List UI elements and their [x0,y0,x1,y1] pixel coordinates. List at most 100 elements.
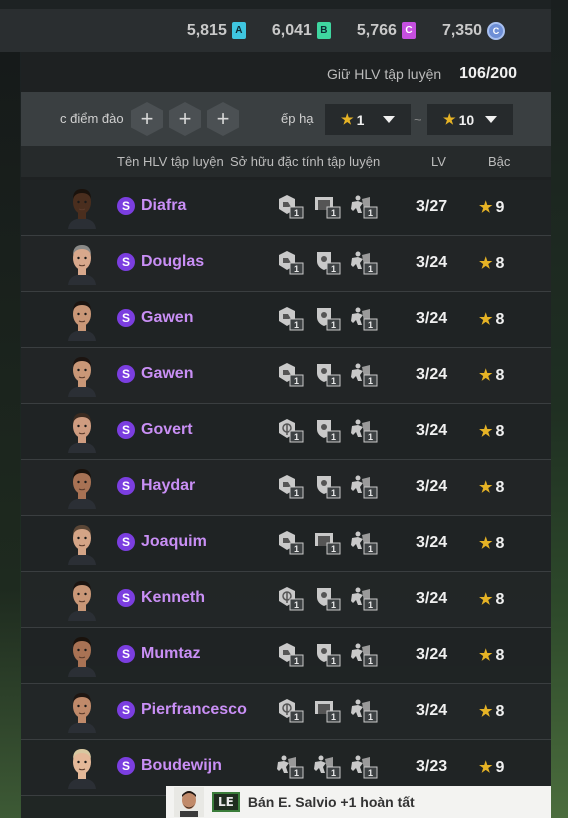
boot-trait-icon[interactable]: 1 [275,641,305,667]
player-trait-icon[interactable]: 1 [275,753,305,779]
coach-avatar [65,745,99,789]
shield-trait-icon[interactable]: 1 [312,249,342,275]
target-trait-icon[interactable]: 1 [275,697,305,723]
coach-grade-value: 8 [495,647,505,664]
coach-grade: ★ 8 [479,254,504,273]
player-trait-icon[interactable]: 1 [349,193,379,219]
coach-grade: ★ 8 [479,310,504,329]
player-trait-icon[interactable]: 1 [349,249,379,275]
column-grade[interactable]: Bậc [488,154,510,169]
coach-level: 3/24 [416,590,448,607]
svg-text:1: 1 [368,264,373,274]
coach-avatar [65,353,99,397]
coin-icon: C [487,21,505,40]
coach-level: 3/24 [416,366,448,383]
goal-trait-icon[interactable]: 1 [312,697,342,723]
background-left [0,52,20,818]
coach-row[interactable]: S Kenneth 1 1 1 3/24 ★ 8 [21,572,551,628]
rank-from-select[interactable]: ★ 1 [325,104,411,135]
player-trait-icon[interactable]: 1 [349,697,379,723]
player-trait-icon[interactable]: 1 [349,529,379,555]
shield-trait-icon[interactable]: 1 [312,417,342,443]
coach-level: 3/24 [416,646,448,663]
coach-grade-value: 8 [495,255,505,272]
currency-b-value: 6,041 [271,21,312,39]
coach-avatar [65,409,99,453]
svg-text:1: 1 [331,264,336,274]
star-icon: ★ [479,535,493,552]
player-trait-icon[interactable]: 1 [312,753,342,779]
boot-trait-icon[interactable]: 1 [275,193,305,219]
target-trait-icon[interactable]: 1 [275,417,305,443]
capacity-value: 106/200 [459,65,517,82]
chevron-down-icon [485,116,497,123]
goal-trait-icon[interactable]: 1 [312,193,342,219]
star-icon: ★ [479,311,493,328]
coach-row[interactable]: S Govert 1 1 1 3/24 ★ 8 [21,404,551,460]
player-trait-icon[interactable]: 1 [349,473,379,499]
player-trait-icon[interactable]: 1 [349,361,379,387]
coach-grade-s-icon: S [117,365,135,383]
svg-text:1: 1 [331,488,336,498]
target-trait-icon[interactable]: 1 [275,585,305,611]
coach-row[interactable]: S Haydar 1 1 1 3/24 ★ 8 [21,460,551,516]
svg-text:1: 1 [294,432,299,442]
coach-row[interactable]: S Pierfrancesco 1 1 1 3/24 ★ 8 [21,684,551,740]
coach-grade-s-icon: S [117,197,135,215]
coach-grade-s-icon: S [117,533,135,551]
coach-grade-value: 8 [495,423,505,440]
coach-row[interactable]: S Gawen 1 1 1 3/24 ★ 8 [21,292,551,348]
svg-text:1: 1 [331,544,336,554]
player-trait-icon[interactable]: 1 [349,753,379,779]
boot-trait-icon[interactable]: 1 [275,529,305,555]
shield-trait-icon[interactable]: 1 [312,641,342,667]
coach-row[interactable]: S Diafra 1 1 1 3/27 ★ 9 [21,180,551,236]
coach-row[interactable]: S Gawen 1 1 1 3/24 ★ 8 [21,348,551,404]
player-trait-icon[interactable]: 1 [349,641,379,667]
column-name[interactable]: Tên HLV tập luyện [117,154,224,169]
rank-from-value: 1 [356,111,365,128]
star-icon: ★ [479,423,493,440]
boot-trait-icon[interactable]: 1 [275,473,305,499]
shield-trait-icon[interactable]: 1 [312,473,342,499]
shield-trait-icon[interactable]: 1 [312,305,342,331]
coach-row[interactable]: S Douglas 1 1 1 3/24 ★ 8 [21,236,551,292]
shield-trait-icon[interactable]: 1 [312,361,342,387]
svg-text:1: 1 [294,488,299,498]
coach-avatar [65,577,99,621]
player-trait-icon[interactable]: 1 [349,417,379,443]
player-trait-icon[interactable]: 1 [349,585,379,611]
svg-text:1: 1 [368,208,373,218]
coach-row[interactable]: S Mumtaz 1 1 1 3/24 ★ 8 [21,628,551,684]
coach-grade-value: 8 [495,479,505,496]
coach-name: Govert [141,421,193,438]
add-trait-button-2[interactable]: + [169,102,201,136]
svg-text:1: 1 [294,208,299,218]
star-icon: ★ [479,759,493,776]
rank-to-select[interactable]: ★ 10 [427,104,513,135]
currency-coin: 7,350 C [442,21,505,40]
svg-text:1: 1 [368,320,373,330]
column-lv[interactable]: LV [431,154,446,169]
capacity: Giữ HLV tập luyện 106/200 [327,64,517,84]
coach-row[interactable]: S Joaquim 1 1 1 3/24 ★ 8 [21,516,551,572]
coach-avatar [65,521,99,565]
player-trait-icon[interactable]: 1 [349,305,379,331]
coach-grade-s-icon: S [117,701,135,719]
boot-trait-icon[interactable]: 1 [275,361,305,387]
add-trait-button-1[interactable]: + [131,102,163,136]
svg-text:1: 1 [331,712,336,722]
svg-text:1: 1 [331,376,336,386]
svg-text:1: 1 [294,600,299,610]
coach-level: 3/24 [416,702,448,719]
svg-text:1: 1 [368,768,373,778]
coach-grade: ★ 9 [479,758,504,777]
goal-trait-icon[interactable]: 1 [312,529,342,555]
svg-text:1: 1 [368,432,373,442]
column-traits[interactable]: Sở hữu đặc tính tập luyện [230,154,380,169]
boot-trait-icon[interactable]: 1 [275,249,305,275]
add-trait-button-3[interactable]: + [207,102,239,136]
coach-grade: ★ 8 [479,422,504,441]
shield-trait-icon[interactable]: 1 [312,585,342,611]
boot-trait-icon[interactable]: 1 [275,305,305,331]
